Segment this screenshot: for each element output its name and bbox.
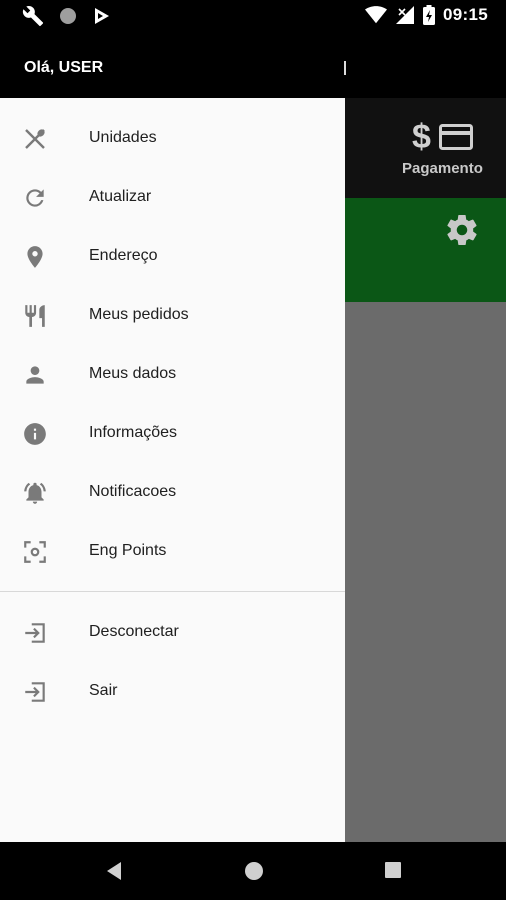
utensils-crossed-icon	[25, 129, 45, 149]
menu-label: Eng Points	[89, 542, 167, 559]
menu-label: Endereço	[89, 247, 158, 264]
circle-icon	[60, 8, 76, 24]
payment-icons: $	[412, 118, 473, 156]
info-icon	[24, 423, 46, 445]
drawer-divider	[0, 591, 345, 592]
wifi-icon	[365, 6, 388, 24]
payment-label: Pagamento	[402, 160, 483, 177]
menu-item-desconectar[interactable]: Desconectar	[0, 603, 345, 661]
scan-target-icon	[24, 541, 46, 563]
menu-item-informacoes[interactable]: Informações	[0, 404, 345, 462]
exit-icon	[25, 623, 45, 643]
dollar-icon: $	[412, 118, 431, 156]
navigation-drawer: Unidades Atualizar Endereço Meus pedidos…	[0, 98, 345, 842]
system-nav-bar	[0, 842, 506, 900]
menu-item-sair[interactable]: Sair	[0, 662, 345, 720]
background-green-banner	[345, 198, 506, 302]
menu-item-unidades[interactable]: Unidades	[0, 109, 345, 167]
fork-knife-icon	[25, 305, 45, 327]
location-pin-icon	[27, 246, 43, 268]
background-scrim[interactable]	[345, 302, 506, 842]
no-signal-icon	[396, 6, 415, 24]
menu-item-eng-points[interactable]: Eng Points	[0, 522, 345, 580]
menu-label: Informações	[89, 424, 178, 441]
battery-charging-icon	[423, 5, 436, 25]
home-icon[interactable]	[243, 860, 265, 882]
status-left-icons	[22, 5, 112, 27]
menu-label: Meus dados	[89, 365, 177, 382]
menu-label: Atualizar	[89, 188, 152, 205]
menu-item-notificacoes[interactable]: Notificacoes	[0, 463, 345, 521]
menu-label: Unidades	[89, 129, 157, 146]
back-icon[interactable]	[104, 860, 124, 882]
status-time: 09:15	[443, 5, 488, 24]
status-right-icons: 09:15	[365, 5, 488, 25]
menu-label: Sair	[89, 682, 118, 699]
play-store-icon	[95, 8, 109, 24]
wrench-icon	[22, 6, 44, 27]
menu-item-atualizar[interactable]: Atualizar	[0, 168, 345, 226]
refresh-icon	[26, 189, 44, 207]
menu-label: Notificacoes	[89, 483, 177, 500]
credit-card-icon	[438, 124, 473, 150]
menu-item-endereco[interactable]: Endereço	[0, 227, 345, 285]
menu-label: Desconectar	[89, 623, 179, 640]
header-separator	[344, 61, 346, 75]
menu-item-meus-pedidos[interactable]: Meus pedidos	[0, 286, 345, 344]
person-icon	[26, 366, 44, 384]
menu-item-meus-dados[interactable]: Meus dados	[0, 345, 345, 403]
exit-icon	[25, 682, 45, 702]
status-bar: 09:15	[0, 0, 506, 32]
recents-icon[interactable]	[383, 860, 403, 880]
greeting-text: Olá, USER	[24, 59, 104, 76]
gear-icon	[447, 215, 477, 245]
bell-ringing-icon	[24, 482, 46, 504]
menu-label: Meus pedidos	[89, 306, 189, 323]
